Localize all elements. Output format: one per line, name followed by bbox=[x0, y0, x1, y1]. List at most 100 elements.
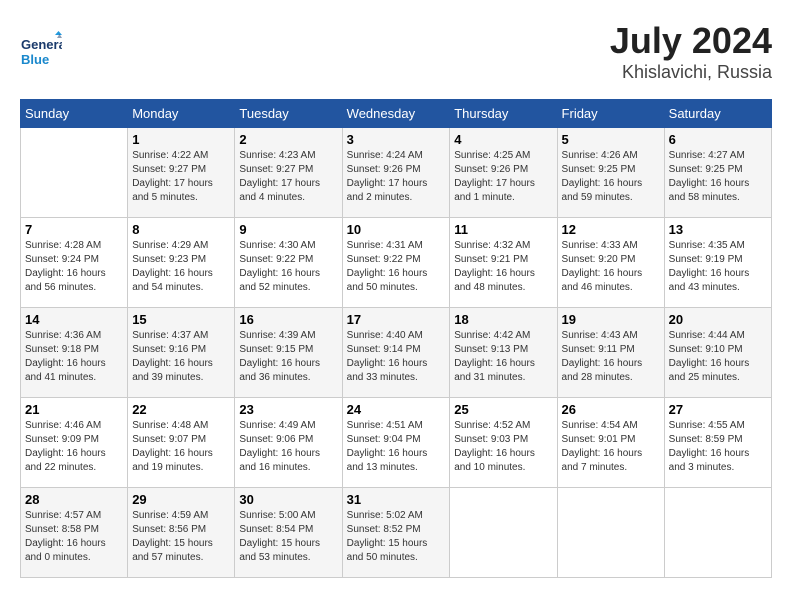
calendar-cell: 4 Sunrise: 4:25 AM Sunset: 9:26 PM Daylig… bbox=[450, 128, 557, 218]
day-number: 9 bbox=[239, 222, 337, 237]
calendar-week-row: 21 Sunrise: 4:46 AM Sunset: 9:09 PM Dayli… bbox=[21, 398, 772, 488]
day-number: 14 bbox=[25, 312, 123, 327]
calendar-cell: 21 Sunrise: 4:46 AM Sunset: 9:09 PM Dayli… bbox=[21, 398, 128, 488]
calendar-cell: 25 Sunrise: 4:52 AM Sunset: 9:03 PM Dayli… bbox=[450, 398, 557, 488]
day-info: Sunrise: 4:26 AM Sunset: 9:25 PM Dayligh… bbox=[562, 149, 660, 205]
calendar-cell: 12Sunrise: 4:33 AM Sunset: 9:20 PM Dayli… bbox=[557, 218, 664, 308]
day-info: Sunrise: 4:40 AM Sunset: 9:14 PM Dayligh… bbox=[347, 329, 446, 385]
header-row: SundayMondayTuesdayWednesdayThursdayFrid… bbox=[21, 100, 772, 128]
day-number: 3 bbox=[347, 132, 446, 147]
day-number: 15 bbox=[132, 312, 230, 327]
day-number: 4 bbox=[454, 132, 552, 147]
day-number: 6 bbox=[669, 132, 767, 147]
calendar-cell: 13Sunrise: 4:35 AM Sunset: 9:19 PM Dayli… bbox=[664, 218, 771, 308]
day-number: 11 bbox=[454, 222, 552, 237]
day-number: 20 bbox=[669, 312, 767, 327]
day-number: 17 bbox=[347, 312, 446, 327]
day-number: 21 bbox=[25, 402, 123, 417]
weekday-header: Saturday bbox=[664, 100, 771, 128]
calendar-cell: 1 Sunrise: 4:22 AM Sunset: 9:27 PM Daylig… bbox=[128, 128, 235, 218]
svg-text:Blue: Blue bbox=[21, 52, 49, 67]
day-info: Sunrise: 4:57 AM Sunset: 8:58 PM Dayligh… bbox=[25, 509, 123, 565]
calendar-cell bbox=[664, 488, 771, 578]
logo-graphic: General Blue bbox=[20, 31, 62, 73]
calendar-cell: 28 Sunrise: 4:57 AM Sunset: 8:58 PM Dayli… bbox=[21, 488, 128, 578]
calendar-week-row: 14 Sunrise: 4:36 AM Sunset: 9:18 PM Dayli… bbox=[21, 308, 772, 398]
day-number: 12 bbox=[562, 222, 660, 237]
day-info: Sunrise: 4:43 AM Sunset: 9:11 PM Dayligh… bbox=[562, 329, 660, 385]
day-number: 30 bbox=[239, 492, 337, 507]
calendar-cell: 24 Sunrise: 4:51 AM Sunset: 9:04 PM Dayli… bbox=[342, 398, 450, 488]
day-info: Sunrise: 4:42 AM Sunset: 9:13 PM Dayligh… bbox=[454, 329, 552, 385]
calendar-cell: 7 Sunrise: 4:28 AM Sunset: 9:24 PM Daylig… bbox=[21, 218, 128, 308]
day-number: 7 bbox=[25, 222, 123, 237]
calendar-cell: 14 Sunrise: 4:36 AM Sunset: 9:18 PM Dayli… bbox=[21, 308, 128, 398]
calendar-cell: 29 Sunrise: 4:59 AM Sunset: 8:56 PM Dayli… bbox=[128, 488, 235, 578]
day-info: Sunrise: 5:00 AM Sunset: 8:54 PM Dayligh… bbox=[239, 509, 337, 565]
day-info: Sunrise: 4:52 AM Sunset: 9:03 PM Dayligh… bbox=[454, 419, 552, 475]
day-info: Sunrise: 4:51 AM Sunset: 9:04 PM Dayligh… bbox=[347, 419, 446, 475]
day-info: Sunrise: 4:29 AM Sunset: 9:23 PM Dayligh… bbox=[132, 239, 230, 295]
day-info: Sunrise: 4:37 AM Sunset: 9:16 PM Dayligh… bbox=[132, 329, 230, 385]
day-info: Sunrise: 4:23 AM Sunset: 9:27 PM Dayligh… bbox=[239, 149, 337, 205]
day-info: Sunrise: 4:55 AM Sunset: 8:59 PM Dayligh… bbox=[669, 419, 767, 475]
day-info: Sunrise: 4:24 AM Sunset: 9:26 PM Dayligh… bbox=[347, 149, 446, 205]
calendar-cell bbox=[450, 488, 557, 578]
calendar-cell bbox=[557, 488, 664, 578]
day-number: 27 bbox=[669, 402, 767, 417]
calendar-cell: 20Sunrise: 4:44 AM Sunset: 9:10 PM Dayli… bbox=[664, 308, 771, 398]
month-title: July 2024 bbox=[610, 20, 772, 62]
calendar-cell: 2Sunrise: 4:23 AM Sunset: 9:27 PM Daylig… bbox=[235, 128, 342, 218]
calendar-cell: 10 Sunrise: 4:31 AM Sunset: 9:22 PM Dayli… bbox=[342, 218, 450, 308]
calendar-week-row: 28 Sunrise: 4:57 AM Sunset: 8:58 PM Dayli… bbox=[21, 488, 772, 578]
day-number: 13 bbox=[669, 222, 767, 237]
calendar-cell: 23Sunrise: 4:49 AM Sunset: 9:06 PM Dayli… bbox=[235, 398, 342, 488]
day-number: 1 bbox=[132, 132, 230, 147]
calendar-cell: 30 Sunrise: 5:00 AM Sunset: 8:54 PM Dayli… bbox=[235, 488, 342, 578]
calendar-cell: 6 Sunrise: 4:27 AM Sunset: 9:25 PM Daylig… bbox=[664, 128, 771, 218]
calendar-cell: 15 Sunrise: 4:37 AM Sunset: 9:16 PM Dayli… bbox=[128, 308, 235, 398]
calendar-cell: 8 Sunrise: 4:29 AM Sunset: 9:23 PM Daylig… bbox=[128, 218, 235, 308]
calendar-week-row: 7 Sunrise: 4:28 AM Sunset: 9:24 PM Daylig… bbox=[21, 218, 772, 308]
day-info: Sunrise: 4:46 AM Sunset: 9:09 PM Dayligh… bbox=[25, 419, 123, 475]
day-number: 26 bbox=[562, 402, 660, 417]
day-info: Sunrise: 4:59 AM Sunset: 8:56 PM Dayligh… bbox=[132, 509, 230, 565]
calendar-cell: 26 Sunrise: 4:54 AM Sunset: 9:01 PM Dayli… bbox=[557, 398, 664, 488]
weekday-header: Friday bbox=[557, 100, 664, 128]
weekday-header: Tuesday bbox=[235, 100, 342, 128]
calendar-cell: 11 Sunrise: 4:32 AM Sunset: 9:21 PM Dayli… bbox=[450, 218, 557, 308]
day-number: 5 bbox=[562, 132, 660, 147]
day-info: Sunrise: 4:25 AM Sunset: 9:26 PM Dayligh… bbox=[454, 149, 552, 205]
day-info: Sunrise: 4:28 AM Sunset: 9:24 PM Dayligh… bbox=[25, 239, 123, 295]
day-number: 22 bbox=[132, 402, 230, 417]
calendar-cell bbox=[21, 128, 128, 218]
day-number: 8 bbox=[132, 222, 230, 237]
weekday-header: Thursday bbox=[450, 100, 557, 128]
day-info: Sunrise: 4:27 AM Sunset: 9:25 PM Dayligh… bbox=[669, 149, 767, 205]
day-number: 28 bbox=[25, 492, 123, 507]
title-block: July 2024 Khislavichi, Russia bbox=[610, 20, 772, 83]
day-number: 16 bbox=[239, 312, 337, 327]
calendar-cell: 9Sunrise: 4:30 AM Sunset: 9:22 PM Daylig… bbox=[235, 218, 342, 308]
day-info: Sunrise: 4:54 AM Sunset: 9:01 PM Dayligh… bbox=[562, 419, 660, 475]
calendar-cell: 18 Sunrise: 4:42 AM Sunset: 9:13 PM Dayli… bbox=[450, 308, 557, 398]
day-number: 10 bbox=[347, 222, 446, 237]
day-number: 23 bbox=[239, 402, 337, 417]
logo-container: General Blue bbox=[20, 31, 62, 73]
location-title: Khislavichi, Russia bbox=[610, 62, 772, 83]
calendar-cell: 22 Sunrise: 4:48 AM Sunset: 9:07 PM Dayli… bbox=[128, 398, 235, 488]
day-number: 18 bbox=[454, 312, 552, 327]
day-number: 31 bbox=[347, 492, 446, 507]
day-info: Sunrise: 4:32 AM Sunset: 9:21 PM Dayligh… bbox=[454, 239, 552, 295]
day-number: 29 bbox=[132, 492, 230, 507]
day-info: Sunrise: 5:02 AM Sunset: 8:52 PM Dayligh… bbox=[347, 509, 446, 565]
day-info: Sunrise: 4:48 AM Sunset: 9:07 PM Dayligh… bbox=[132, 419, 230, 475]
day-info: Sunrise: 4:31 AM Sunset: 9:22 PM Dayligh… bbox=[347, 239, 446, 295]
logo: General Blue bbox=[20, 31, 62, 73]
day-number: 24 bbox=[347, 402, 446, 417]
calendar-table: SundayMondayTuesdayWednesdayThursdayFrid… bbox=[20, 99, 772, 578]
day-info: Sunrise: 4:36 AM Sunset: 9:18 PM Dayligh… bbox=[25, 329, 123, 385]
day-info: Sunrise: 4:22 AM Sunset: 9:27 PM Dayligh… bbox=[132, 149, 230, 205]
day-number: 25 bbox=[454, 402, 552, 417]
calendar-cell: 19Sunrise: 4:43 AM Sunset: 9:11 PM Dayli… bbox=[557, 308, 664, 398]
